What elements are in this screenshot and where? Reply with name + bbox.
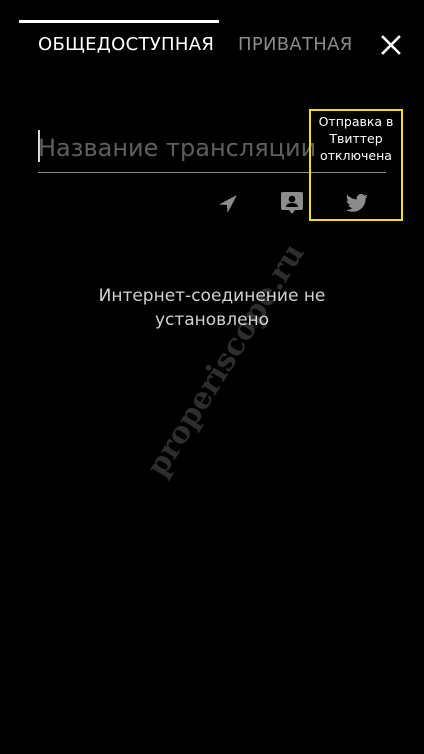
location-button[interactable] — [214, 190, 242, 218]
tab-private[interactable]: ПРИВАТНАЯ — [238, 34, 353, 55]
close-button[interactable] — [376, 30, 406, 60]
text-caret — [38, 130, 40, 162]
chat-button[interactable] — [278, 189, 306, 217]
connection-status-message: Интернет-соединение не установлено — [98, 286, 326, 330]
close-icon — [381, 35, 401, 55]
location-arrow-icon — [219, 195, 237, 213]
tab-public[interactable]: ОБЩЕДОСТУПНАЯ — [38, 34, 214, 55]
active-tab-indicator — [19, 20, 219, 23]
twitter-disabled-tooltip: Отправка в Твиттер отключена — [309, 109, 403, 221]
chat-icon — [281, 192, 303, 214]
watermark: properiscope.ru — [140, 237, 312, 483]
